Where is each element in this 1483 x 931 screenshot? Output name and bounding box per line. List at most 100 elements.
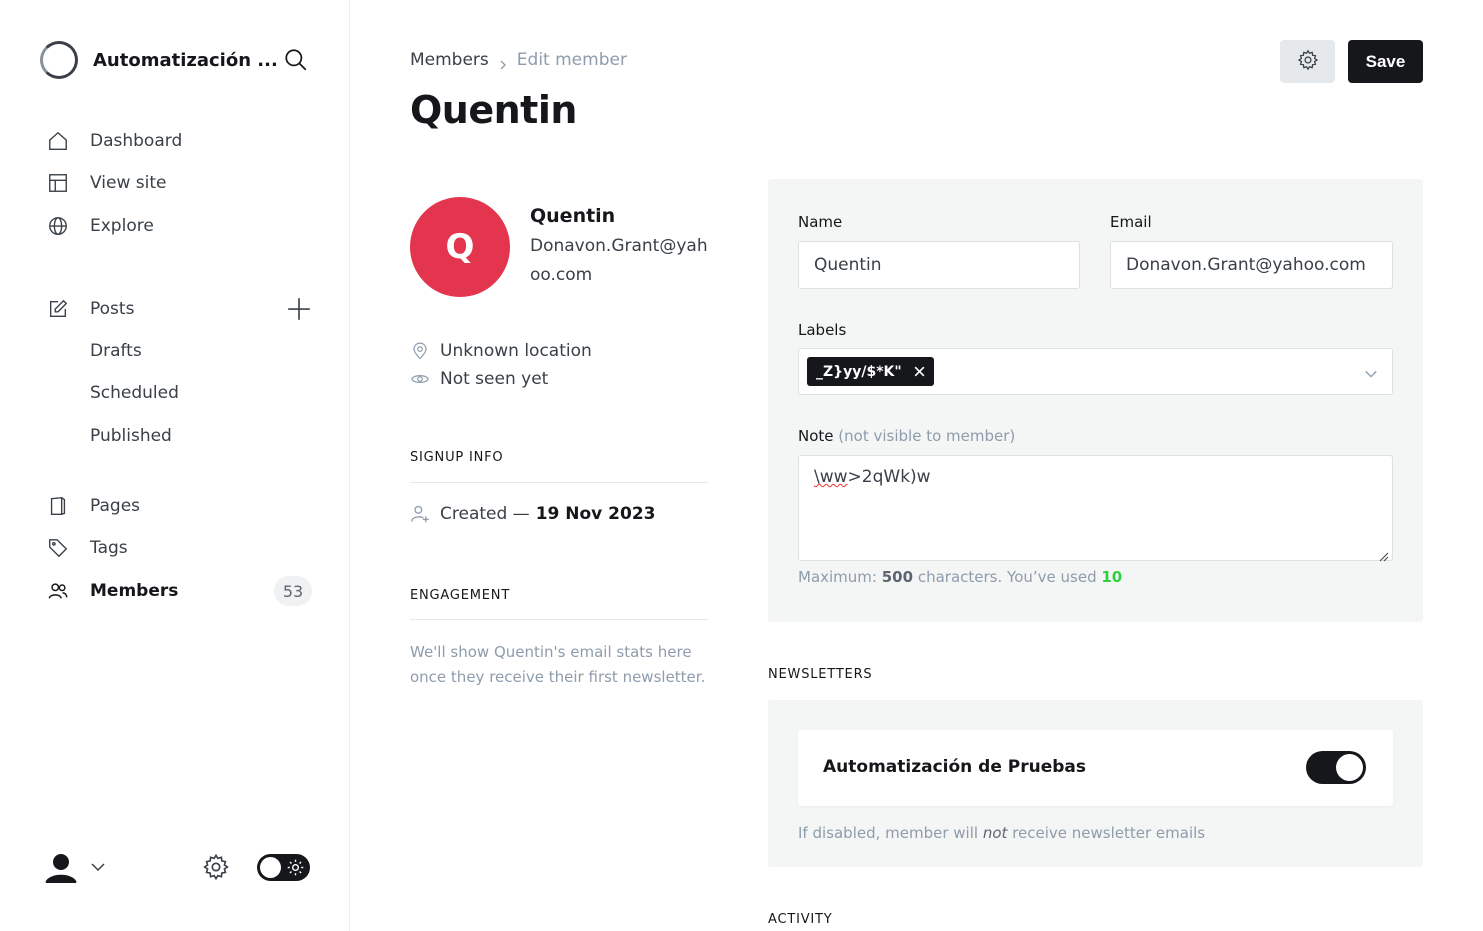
member-details-form: Name Quentin Email Donavon.Grant@yahoo.c… (768, 179, 1423, 622)
nav-explore[interactable]: Explore (46, 211, 316, 241)
note-label-text: Note (798, 427, 834, 445)
newsletter-hint-prefix: If disabled, member will (798, 824, 979, 842)
nav-scheduled[interactable]: Scheduled (46, 378, 316, 408)
note-label-muted: (not visible to member) (838, 427, 1016, 445)
gear-icon (1297, 49, 1319, 75)
nav-tags[interactable]: Tags (46, 533, 316, 563)
user-add-icon (410, 504, 430, 524)
nav-scheduled-label: Scheduled (90, 383, 179, 403)
chevron-down-icon[interactable] (1364, 366, 1378, 380)
eye-icon (410, 369, 430, 389)
resize-handle-icon[interactable] (1379, 547, 1389, 562)
note-max: 500 (881, 568, 914, 586)
note-hint-mid: characters. You’ve used (917, 568, 1097, 586)
nav-view-site[interactable]: View site (46, 168, 316, 198)
chevron-down-icon[interactable] (90, 859, 106, 875)
globe-icon (46, 214, 70, 238)
users-icon (46, 579, 70, 603)
note-hint-prefix: Maximum: (798, 568, 877, 586)
sidebar: Automatización ... Dashboard View site E… (0, 0, 350, 931)
toggle-knob (260, 857, 281, 878)
breadcrumb-current: Edit member (516, 50, 627, 70)
created-date-row: Created — 19 Nov 2023 (410, 504, 655, 524)
sun-icon (287, 859, 304, 876)
newsletter-hint-suffix: receive newsletter emails (1012, 824, 1206, 842)
site-brand[interactable]: Automatización ... (40, 40, 278, 80)
created-date: 19 Nov 2023 (535, 504, 656, 524)
save-button[interactable]: Save (1348, 40, 1423, 83)
nav-published[interactable]: Published (46, 421, 316, 451)
breadcrumb-members-link[interactable]: Members (410, 50, 489, 70)
member-last-seen-text: Not seen yet (440, 369, 549, 389)
newsletters-card: Automatización de Pruebas If disabled, m… (768, 700, 1423, 867)
label-chip-text: _Z}yy/$*K" (816, 363, 902, 380)
nav-members[interactable]: Members 53 (46, 576, 316, 606)
nav-tags-label: Tags (90, 538, 128, 558)
note-used-count: 10 (1101, 568, 1123, 586)
engagement-text: We'll show Quentin's email stats here on… (410, 643, 706, 686)
labels-label: Labels (798, 321, 847, 339)
newsletter-hint: If disabled, member will not receive new… (798, 824, 1205, 842)
nav-explore-label: Explore (90, 216, 154, 236)
layout-icon (46, 171, 70, 195)
user-avatar[interactable] (40, 847, 82, 889)
location-pin-icon (410, 341, 430, 361)
nav-published-label: Published (90, 426, 172, 446)
members-count-badge: 53 (274, 576, 312, 606)
member-avatar: Q (410, 197, 510, 297)
note-character-hint: Maximum: 500 characters. You’ve used 10 (798, 568, 1122, 586)
page-title: Quentin (410, 88, 577, 132)
name-label: Name (798, 213, 843, 231)
member-location-text: Unknown location (440, 341, 592, 361)
toggle-knob (1336, 754, 1363, 781)
page-icon (46, 494, 70, 518)
sidebar-footer (40, 845, 312, 889)
nav-posts[interactable]: Posts (46, 294, 316, 324)
member-settings-button[interactable] (1280, 40, 1335, 83)
divider (410, 482, 708, 483)
nav-drafts[interactable]: Drafts (46, 336, 316, 366)
note-text: >2qWk)w (847, 467, 931, 487)
nav-pages[interactable]: Pages (46, 491, 316, 521)
email-input[interactable]: Donavon.Grant@yahoo.com (1110, 241, 1393, 289)
name-input[interactable]: Quentin (798, 241, 1080, 289)
newsletter-hint-em: not (982, 824, 1008, 842)
breadcrumb: Members Edit member (410, 50, 627, 70)
settings-gear-icon[interactable] (202, 853, 230, 881)
site-logo (40, 41, 78, 79)
newsletters-heading: NEWSLETTERS (768, 667, 873, 682)
home-icon (46, 129, 70, 153)
member-location: Unknown location (410, 339, 592, 363)
close-icon[interactable] (913, 365, 926, 378)
nav-dashboard[interactable]: Dashboard (46, 126, 316, 156)
nav-members-label: Members (90, 581, 179, 601)
activity-heading: ACTIVITY (768, 912, 833, 927)
created-prefix: Created — (440, 504, 530, 524)
tag-icon (46, 536, 70, 560)
site-name: Automatización ... (93, 49, 278, 71)
newsletter-item: Automatización de Pruebas (798, 730, 1393, 806)
new-post-plus-icon[interactable] (286, 296, 312, 322)
note-label: Note (not visible to member) (798, 427, 1015, 445)
note-text-misspelled: \ww (814, 467, 848, 487)
signup-info-heading: SIGNUP INFO (410, 450, 504, 465)
labels-select[interactable]: _Z}yy/$*K" (798, 348, 1393, 395)
newsletter-subscription-toggle[interactable] (1306, 751, 1366, 784)
nav-drafts-label: Drafts (90, 341, 142, 361)
nav-posts-label: Posts (90, 299, 135, 319)
email-label: Email (1110, 213, 1152, 231)
nav-dashboard-label: Dashboard (90, 131, 183, 151)
label-chip[interactable]: _Z}yy/$*K" (807, 357, 934, 386)
dark-mode-toggle[interactable] (257, 854, 310, 881)
search-icon[interactable] (283, 47, 309, 73)
member-name: Quentin (530, 205, 616, 227)
engagement-heading: ENGAGEMENT (410, 588, 511, 603)
note-textarea[interactable]: \ww>2qWk)w (798, 455, 1393, 562)
chevron-right-icon (498, 55, 508, 70)
nav-pages-label: Pages (90, 496, 141, 516)
divider (410, 619, 708, 620)
nav-view-site-label: View site (90, 173, 167, 193)
member-email: Donavon.Grant@yahoo.com (530, 236, 708, 285)
member-last-seen: Not seen yet (410, 367, 548, 391)
newsletter-name: Automatización de Pruebas (823, 757, 1087, 777)
